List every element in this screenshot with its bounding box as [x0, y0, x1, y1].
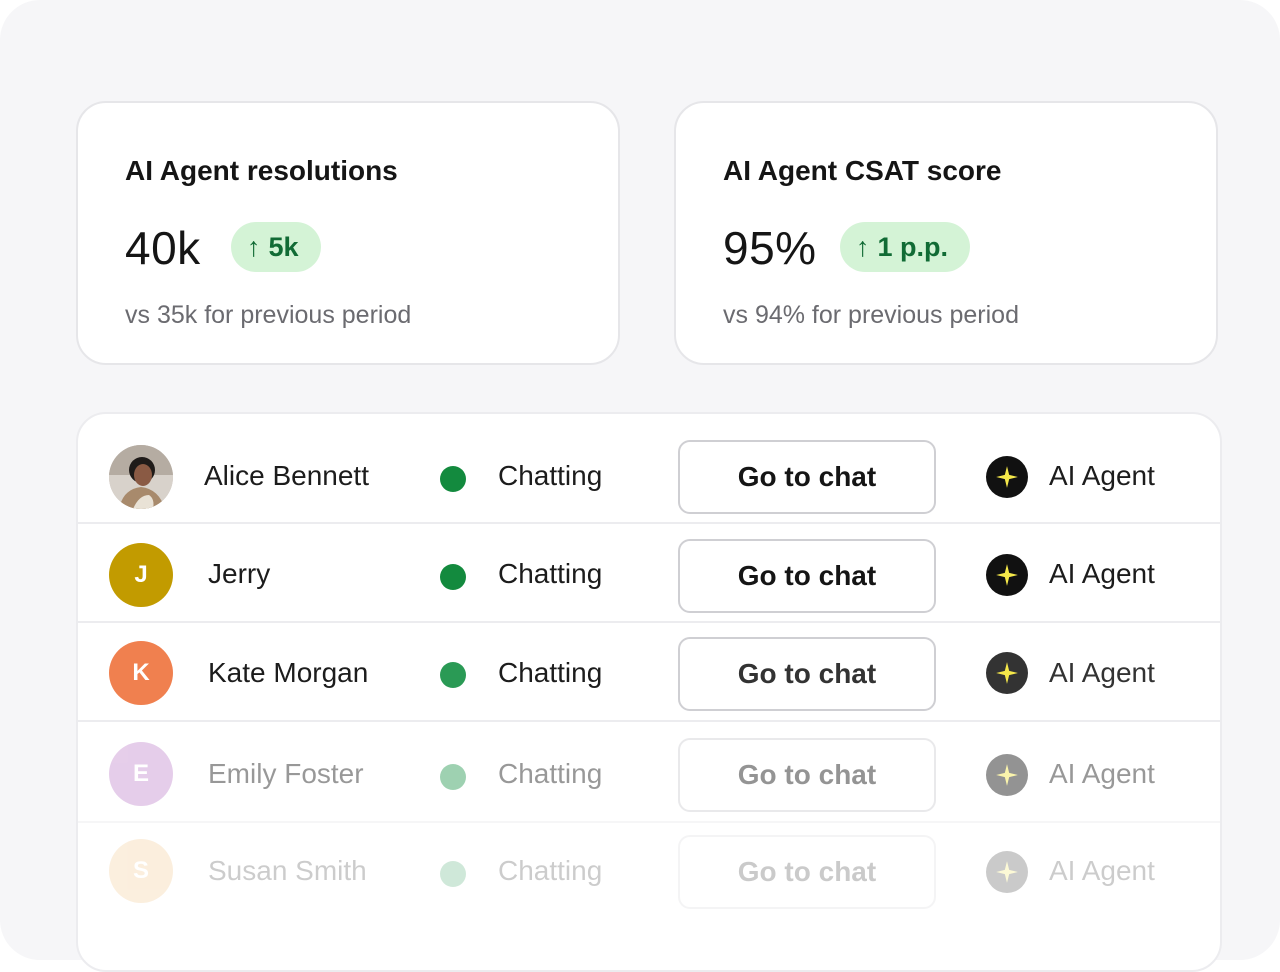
contact-name: Alice Bennett — [204, 460, 369, 491]
arrow-up-icon: ↑ — [247, 231, 261, 262]
dashboard-background: AI Agent resolutions 40k ↑ 5k vs 35k for… — [0, 0, 1280, 972]
assignee-label: AI Agent — [1049, 855, 1155, 886]
assignee-label: AI Agent — [1049, 460, 1155, 491]
go-to-chat-button[interactable]: Go to chat — [678, 835, 936, 909]
stat-card-csat: AI Agent CSAT score 95% ↑ 1 p.p. vs 94% … — [674, 101, 1218, 365]
card-comparison: vs 94% for previous period — [723, 301, 1019, 329]
avatar — [109, 445, 173, 509]
status-label: Chatting — [498, 460, 603, 491]
status-dot — [440, 564, 466, 590]
status-dot — [440, 662, 466, 688]
sparkle-icon — [986, 754, 1028, 796]
stat-card-resolutions: AI Agent resolutions 40k ↑ 5k vs 35k for… — [76, 101, 620, 365]
assignee-label: AI Agent — [1049, 657, 1155, 688]
conversations-table: Alice Bennett Chatting Go to chat AI Age… — [76, 412, 1222, 972]
status-label: Chatting — [498, 657, 603, 688]
go-to-chat-button[interactable]: Go to chat — [678, 539, 936, 613]
go-to-chat-button[interactable]: Go to chat — [678, 738, 936, 812]
assignee-label: AI Agent — [1049, 758, 1155, 789]
sparkle-icon — [986, 652, 1028, 694]
table-row: Alice Bennett Chatting Go to chat AI Age… — [78, 414, 1220, 524]
contact-name: Emily Foster — [208, 758, 364, 789]
assignee-label: AI Agent — [1049, 558, 1155, 589]
contact-name: Jerry — [208, 558, 271, 589]
card-value: 40k — [125, 222, 201, 274]
sparkle-icon — [986, 851, 1028, 893]
avatar: S — [109, 839, 173, 903]
table-row: S Susan Smith Chatting Go to chat AI Age… — [78, 823, 1220, 943]
status-dot — [440, 861, 466, 887]
status-dot — [440, 466, 466, 492]
sparkle-icon — [986, 554, 1028, 596]
status-label: Chatting — [498, 855, 603, 886]
avatar: E — [109, 742, 173, 806]
table-row: J Jerry Chatting Go to chat AI Agent — [78, 524, 1220, 623]
status-label: Chatting — [498, 758, 603, 789]
avatar: J — [109, 543, 173, 607]
delta-badge: ↑ 5k — [231, 222, 321, 272]
avatar-photo — [109, 445, 173, 509]
sparkle-icon — [986, 456, 1028, 498]
status-dot — [440, 764, 466, 790]
arrow-up-icon: ↑ — [856, 231, 870, 262]
card-comparison: vs 35k for previous period — [125, 301, 412, 329]
delta-value: 5k — [268, 231, 299, 262]
table-row: K Kate Morgan Chatting Go to chat AI Age… — [78, 623, 1220, 722]
delta-badge: ↑ 1 p.p. — [840, 222, 971, 272]
status-label: Chatting — [498, 558, 603, 589]
delta-value: 1 p.p. — [877, 231, 949, 262]
table-row: E Emily Foster Chatting Go to chat AI Ag… — [78, 722, 1220, 823]
contact-name: Susan Smith — [208, 855, 367, 886]
card-title: AI Agent resolutions — [125, 155, 398, 186]
go-to-chat-button[interactable]: Go to chat — [678, 440, 936, 514]
avatar: K — [109, 641, 173, 705]
card-value: 95% — [723, 222, 817, 274]
go-to-chat-button[interactable]: Go to chat — [678, 637, 936, 711]
contact-name: Kate Morgan — [208, 657, 369, 688]
card-title: AI Agent CSAT score — [723, 155, 1002, 186]
